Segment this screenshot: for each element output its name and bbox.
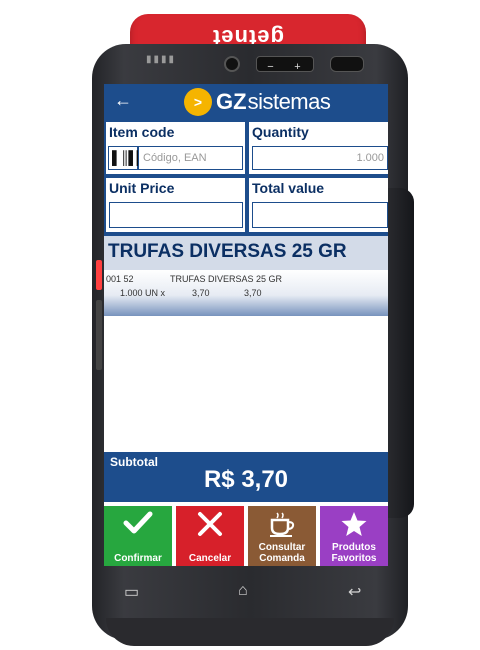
item-code: 001 52	[106, 274, 134, 284]
side-key[interactable]	[96, 260, 102, 290]
total-value-input[interactable]	[252, 202, 388, 228]
coffee-cup-icon	[248, 510, 316, 544]
confirm-button[interactable]: Confirmar	[104, 506, 172, 566]
total-value-cell: Total value	[249, 178, 388, 232]
consult-label: Consultar Comanda	[258, 542, 306, 564]
cancel-label: Cancelar	[188, 553, 232, 564]
power-button[interactable]	[330, 56, 364, 72]
screen: ← > GZ sistemas Item code ▌║▌▌ Código, E…	[104, 84, 388, 566]
back-nav-icon[interactable]: ↩	[348, 582, 361, 602]
unit-price-label: Unit Price	[109, 180, 175, 196]
quantity-label: Quantity	[252, 124, 309, 140]
favorite-products-button[interactable]: Produtos Favoritos	[320, 506, 388, 566]
app-header: ← > GZ sistemas	[104, 84, 388, 120]
side-key-2[interactable]	[96, 300, 102, 370]
item-code-placeholder: Código, EAN	[143, 152, 207, 164]
favorites-label: Produtos Favoritos	[331, 542, 377, 564]
subtotal-panel: Subtotal R$ 3,70	[104, 452, 388, 502]
item-code-input[interactable]: Código, EAN	[138, 146, 243, 170]
quantity-cell: Quantity 1.000	[249, 122, 388, 174]
volume-down-button[interactable]: −	[257, 60, 284, 74]
cancel-button[interactable]: Cancelar	[176, 506, 244, 566]
item-code-cell: Item code ▌║▌▌ Código, EAN	[106, 122, 245, 174]
close-icon	[176, 510, 244, 544]
item-unit-price: 3,70	[192, 288, 210, 298]
gz-sistemas-logo: > GZ sistemas	[184, 88, 331, 116]
subtotal-value: R$ 3,70	[203, 466, 289, 493]
product-banner: TRUFAS DIVERSAS 25 GR	[104, 234, 388, 272]
home-icon[interactable]: ⌂	[238, 582, 248, 600]
pos-device: getnet ▮▮▮▮ − + ← > GZ sistemas Item code…	[0, 0, 480, 650]
recent-apps-icon[interactable]: ▭	[124, 582, 139, 602]
barcode-scan-button[interactable]: ▌║▌▌	[108, 146, 146, 170]
device-side	[384, 188, 414, 518]
item-code-label: Item code	[109, 124, 175, 140]
quantity-value: 1.000	[356, 152, 384, 164]
quantity-input[interactable]: 1.000	[252, 146, 388, 170]
star-icon	[320, 510, 388, 544]
product-name: TRUFAS DIVERSAS 25 GR	[108, 241, 347, 262]
check-icon	[104, 510, 172, 542]
back-arrow-icon[interactable]: ←	[114, 90, 132, 111]
logo-sistemas: sistemas	[247, 89, 331, 114]
action-buttons: Confirmar Cancelar Consultar Comanda Pro…	[104, 506, 388, 566]
volume-keys[interactable]: − +	[256, 56, 314, 74]
item-name: TRUFAS DIVERSAS 25 GR	[170, 274, 283, 284]
speaker-grille: ▮▮▮▮	[146, 54, 177, 65]
logo-gz: GZ	[216, 89, 247, 114]
unit-price-cell: Unit Price	[106, 178, 245, 232]
android-nav-bar: ▭ ⌂ ↩	[104, 578, 388, 606]
camera	[224, 56, 240, 72]
item-form: Item code ▌║▌▌ Código, EAN Quantity 1.00…	[104, 120, 388, 234]
list-item[interactable]: 001 52 TRUFAS DIVERSAS 25 GR 1.000 UN x …	[104, 270, 388, 316]
volume-up-button[interactable]: +	[284, 60, 311, 74]
consult-order-button[interactable]: Consultar Comanda	[248, 506, 316, 566]
logo-mark: >	[184, 88, 212, 116]
item-total: 3,70	[244, 288, 262, 298]
confirm-label: Confirmar	[114, 553, 162, 564]
total-value-label: Total value	[252, 180, 325, 196]
device-bottom	[106, 618, 394, 646]
item-qty: 1.000 UN x	[120, 288, 166, 298]
unit-price-input[interactable]	[109, 202, 243, 228]
